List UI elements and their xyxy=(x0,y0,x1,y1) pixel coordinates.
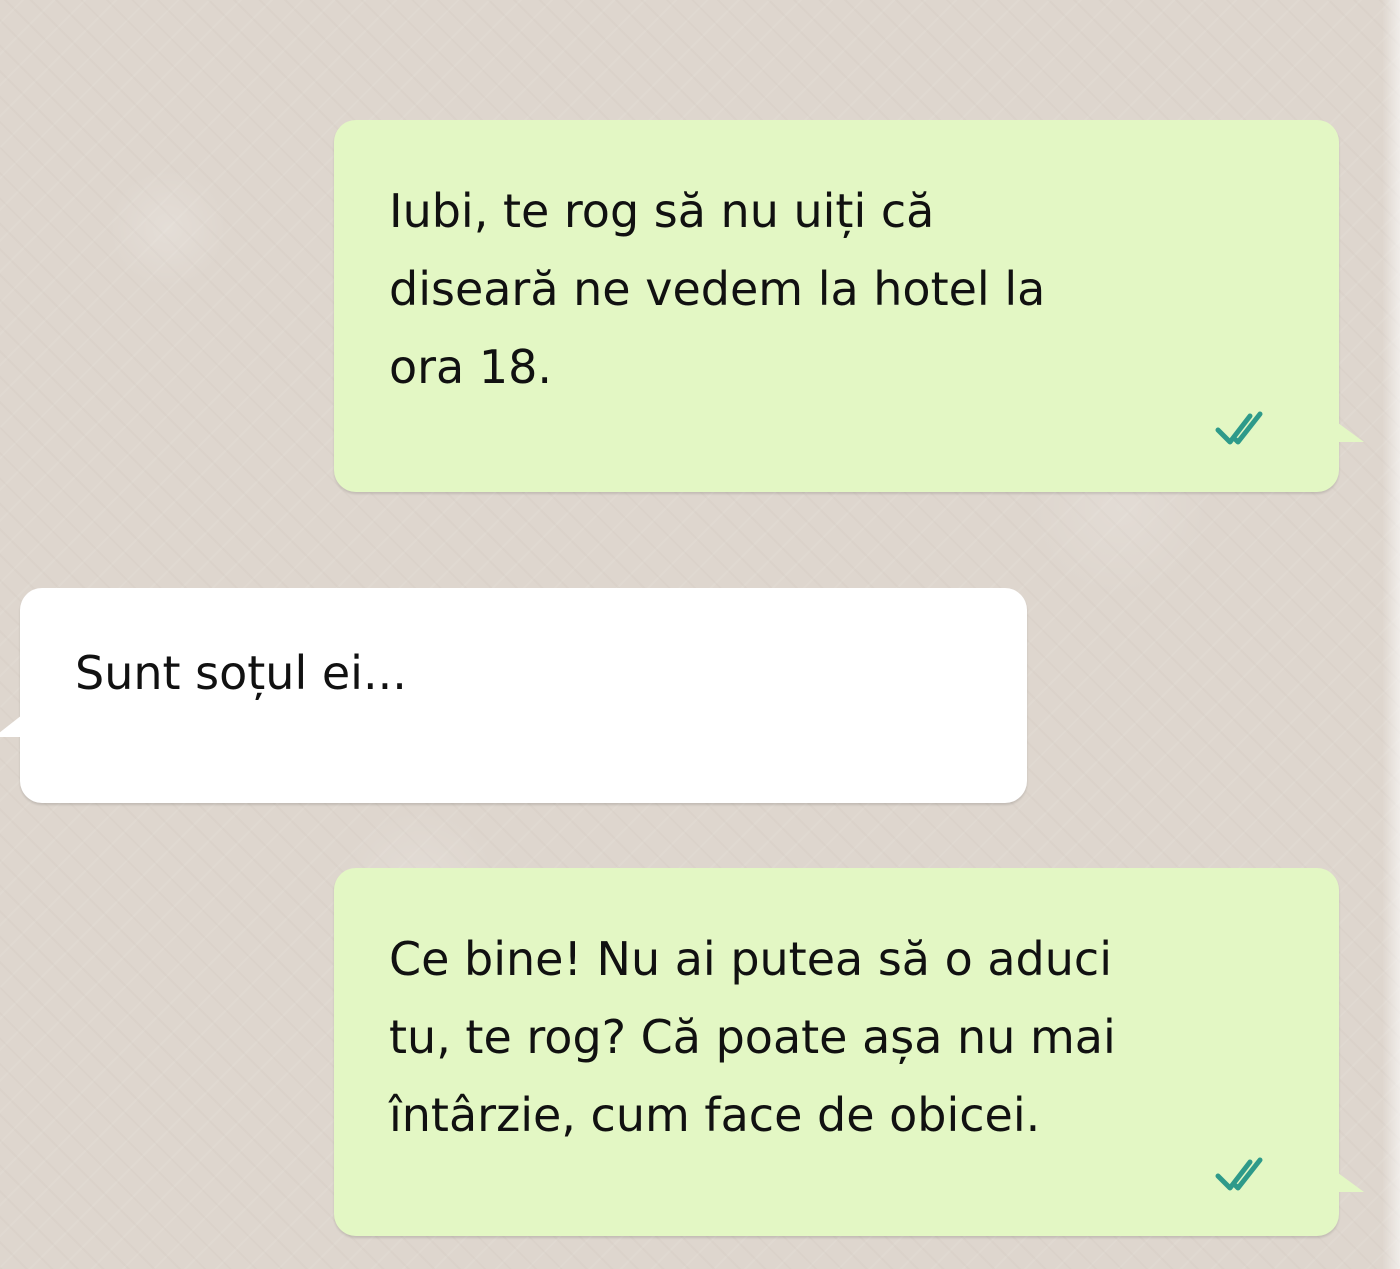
bubble-tail xyxy=(0,715,22,737)
outgoing-message-bubble[interactable]: Iubi, te rog să nu uiți că diseară ne ve… xyxy=(334,120,1339,492)
message-text: Iubi, te rog să nu uiți că diseară ne ve… xyxy=(389,184,1046,394)
message-text: Ce bine! Nu ai putea să o aduci tu, te r… xyxy=(389,932,1116,1142)
chat-conversation: Iubi, te rog să nu uiți că diseară ne ve… xyxy=(0,0,1400,1269)
bubble-tail xyxy=(1334,1170,1364,1192)
incoming-message-bubble[interactable]: Sunt soțul ei... xyxy=(20,588,1027,803)
outgoing-message-bubble[interactable]: Ce bine! Nu ai putea să o aduci tu, te r… xyxy=(334,868,1339,1236)
screen-edge xyxy=(1382,0,1400,1269)
message-text: Sunt soțul ei... xyxy=(75,646,407,700)
bubble-tail xyxy=(1334,420,1364,442)
double-check-icon xyxy=(1215,411,1263,445)
double-check-icon xyxy=(1215,1157,1263,1191)
